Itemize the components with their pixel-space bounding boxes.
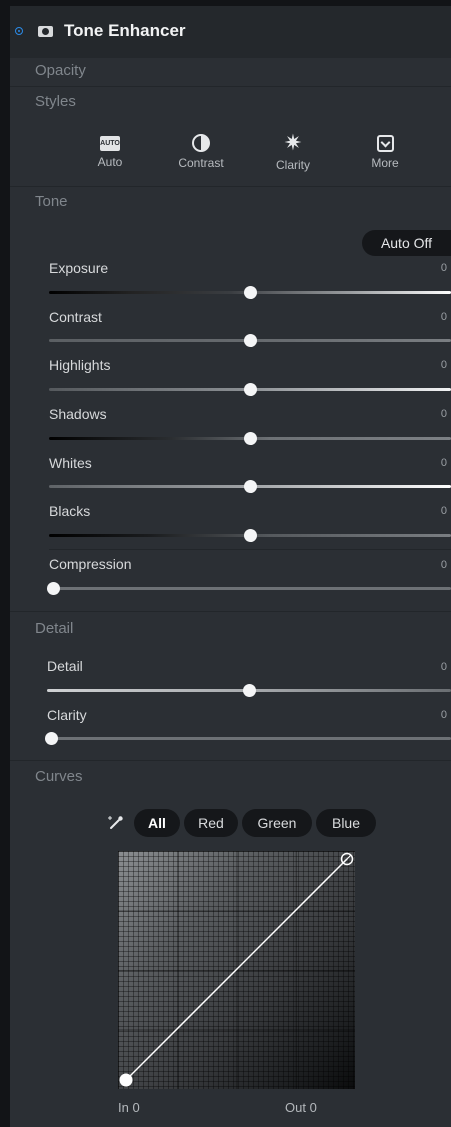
channel-green-button[interactable]: Green: [242, 809, 312, 837]
curve-black-point-handle[interactable]: [119, 1073, 133, 1087]
blacks-value: 0: [440, 505, 447, 517]
contrast-value: 0: [440, 311, 447, 323]
exposure-label: Exposure: [49, 260, 109, 276]
channel-red-button[interactable]: Red: [184, 809, 238, 837]
tone-curve-line: [125, 858, 348, 1081]
channel-blue-button[interactable]: Blue: [316, 809, 376, 837]
clarity-label: Clarity: [47, 707, 87, 723]
radio-dot-icon[interactable]: [15, 27, 23, 35]
curve-white-point-slash: [342, 854, 352, 864]
contrast-label: Contrast: [49, 309, 102, 325]
tone-curve-graph[interactable]: [118, 851, 355, 1089]
divider: [10, 186, 451, 187]
style-more-button[interactable]: More: [350, 132, 420, 170]
channel-all-button[interactable]: All: [134, 809, 180, 837]
style-contrast-label: Contrast: [178, 156, 224, 170]
auto-off-button[interactable]: Auto Off: [362, 230, 451, 256]
style-contrast-button[interactable]: Contrast: [166, 132, 236, 170]
eyedropper-icon[interactable]: [106, 813, 126, 833]
panel-title: Tone Enhancer: [64, 21, 186, 40]
more-chevron-icon: [376, 135, 394, 152]
shadows-value: 0: [440, 408, 447, 420]
auto-icon: AUTO: [100, 136, 120, 151]
curve-out-label: Out 0: [285, 1100, 317, 1115]
curve-channel-bar: All Red Green Blue: [106, 809, 406, 839]
clarity-value: 0: [440, 709, 447, 721]
style-auto-button[interactable]: AUTO Auto: [75, 132, 145, 169]
section-tone[interactable]: Tone: [35, 193, 68, 210]
exposure-slider-thumb[interactable]: [243, 286, 257, 299]
section-styles[interactable]: Styles: [35, 93, 76, 110]
panel-header: Tone Enhancer: [10, 6, 451, 58]
highlights-label: Highlights: [49, 357, 111, 373]
section-curves[interactable]: Curves: [35, 768, 83, 785]
blacks-label: Blacks: [49, 503, 91, 519]
style-clarity-button[interactable]: ✷ Clarity: [258, 130, 328, 173]
compression-slider-thumb[interactable]: [47, 582, 60, 595]
mask-icon[interactable]: [38, 26, 53, 37]
section-opacity[interactable]: Opacity: [35, 62, 86, 79]
compression-value: 0: [440, 559, 447, 571]
style-clarity-label: Clarity: [275, 158, 310, 172]
detail-slider-thumb[interactable]: [242, 684, 256, 697]
section-detail[interactable]: Detail: [35, 620, 73, 637]
detail-value: 0: [440, 661, 447, 673]
whites-slider-thumb[interactable]: [243, 480, 257, 493]
divider: [10, 86, 451, 87]
exposure-value: 0: [440, 262, 447, 274]
blacks-slider-thumb[interactable]: [243, 529, 257, 542]
style-more-label: More: [371, 156, 399, 170]
style-auto-label: Auto: [97, 155, 123, 169]
shadows-label: Shadows: [49, 406, 107, 422]
shadows-slider-thumb[interactable]: [243, 432, 257, 445]
clarity-slider-thumb[interactable]: [45, 732, 58, 745]
whites-value: 0: [440, 457, 447, 469]
highlights-value: 0: [440, 359, 447, 371]
highlights-slider-thumb[interactable]: [243, 383, 257, 396]
whites-label: Whites: [49, 455, 92, 471]
compression-slider-track[interactable]: [49, 587, 451, 590]
curve-in-label: In 0: [118, 1100, 140, 1115]
curve-plot: [119, 852, 354, 1087]
compression-label: Compression: [49, 556, 132, 572]
divider: [49, 549, 451, 550]
clarity-slider-track[interactable]: [47, 737, 451, 740]
divider: [10, 760, 451, 761]
detail-label: Detail: [47, 658, 83, 674]
clarity-icon: ✷: [283, 130, 303, 155]
divider: [10, 611, 451, 612]
contrast-slider-thumb[interactable]: [243, 334, 257, 347]
contrast-icon: [192, 134, 210, 152]
tone-enhancer-panel: Tone Enhancer Opacity Styles AUTO Auto C…: [10, 6, 451, 1127]
